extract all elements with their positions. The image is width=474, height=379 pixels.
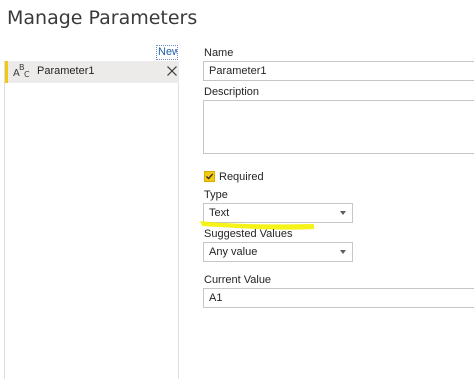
type-select-value: Text [209, 207, 230, 219]
name-label: Name [204, 47, 234, 59]
description-label: Description [204, 86, 260, 98]
chevron-down-icon [340, 211, 346, 215]
close-icon[interactable] [166, 65, 178, 77]
required-label: Required [219, 171, 264, 183]
parameter-list-item[interactable]: ABC Parameter1 [5, 61, 179, 83]
required-checkbox[interactable] [204, 171, 215, 182]
checkmark-icon [206, 173, 214, 180]
suggested-values-select[interactable]: Any value [203, 242, 353, 262]
parameters-list-panel: ABC Parameter1 [4, 61, 179, 379]
type-select[interactable]: Text [203, 203, 353, 223]
current-value-input[interactable]: A1 [203, 288, 474, 308]
text-type-icon: ABC [13, 63, 30, 79]
description-textarea[interactable] [203, 100, 474, 154]
suggested-values-label: Suggested Values [204, 228, 293, 240]
current-value-label: Current Value [204, 274, 272, 286]
new-parameter-link[interactable]: New [156, 45, 178, 60]
suggested-values-value: Any value [209, 246, 258, 258]
type-label: Type [204, 189, 228, 201]
dialog-title: Manage Parameters [7, 7, 198, 29]
chevron-down-icon [340, 250, 346, 254]
parameter-item-label: Parameter1 [37, 65, 95, 77]
name-input[interactable]: Parameter1 [203, 61, 474, 81]
